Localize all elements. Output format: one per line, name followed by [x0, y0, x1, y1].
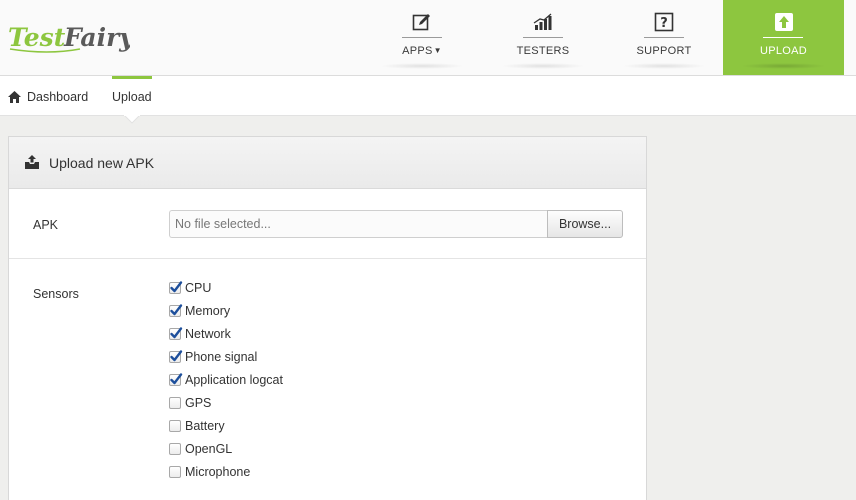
sensor-label: Phone signal [185, 350, 258, 364]
breadcrumb: Dashboard Upload [0, 76, 856, 116]
panel-title: Upload new APK [49, 155, 155, 171]
sensor-label: Memory [185, 304, 231, 318]
checkbox-unchecked[interactable] [169, 397, 181, 409]
checkbox-checked[interactable] [169, 350, 183, 363]
breadcrumb-upload-link[interactable]: Upload [112, 90, 152, 104]
breadcrumb-pointer-icon [124, 115, 140, 124]
checkbox-checked[interactable] [169, 373, 183, 386]
checkmark-icon [170, 373, 183, 385]
nav-item-testers[interactable]: TESTERS [483, 0, 603, 75]
checkbox-checked[interactable] [169, 327, 183, 340]
home-icon[interactable] [8, 91, 21, 103]
nav-shadow [501, 63, 585, 69]
upload-icon [774, 13, 793, 31]
nav-label-upload: UPLOAD [759, 45, 808, 57]
checkmark-icon [170, 304, 183, 316]
nav-underline [402, 37, 442, 38]
nav-shadow [741, 63, 826, 69]
testfairy-logo[interactable]: Test Fairy [8, 19, 135, 59]
sensors-label: Sensors [33, 287, 79, 301]
sensor-label: GPS [185, 396, 212, 410]
logo-graphic: Test Fairy [8, 23, 135, 53]
sensor-label: Network [185, 327, 231, 341]
edit-icon [412, 14, 430, 31]
apk-label: APK [33, 218, 59, 232]
nav-label-apps: APPS [402, 45, 433, 57]
question-icon: ? [654, 12, 674, 32]
nav-label-support: SUPPORT [636, 45, 692, 57]
sensor-label: OpenGL [185, 442, 233, 456]
checkmark-icon [170, 281, 183, 293]
nav-underline [523, 37, 563, 38]
nav-item-support[interactable]: ? SUPPORT [604, 0, 724, 75]
logo-text-part1: Test [8, 23, 66, 52]
breadcrumb-dashboard-link[interactable]: Dashboard [27, 90, 88, 104]
logo-text-part2: Fairy [63, 23, 130, 52]
checkbox-checked[interactable] [169, 281, 183, 294]
nav-item-apps[interactable]: APPS▼ [362, 0, 482, 75]
top-navigation-bar: Test Fairy APPS▼ TESTERS ? SUPPORT UPLOA… [0, 0, 856, 76]
checkmark-icon [170, 350, 183, 362]
browse-button[interactable]: Browse... [547, 210, 623, 238]
inbox-upload-icon [25, 155, 39, 169]
checkbox-unchecked[interactable] [169, 466, 181, 478]
nav-underline [763, 37, 803, 38]
checkbox-checked[interactable] [169, 304, 183, 317]
checkbox-unchecked[interactable] [169, 443, 181, 455]
svg-text:?: ? [660, 16, 668, 31]
breadcrumb-active-indicator [112, 76, 152, 79]
sensor-label: Battery [185, 419, 225, 433]
sensor-label: Application logcat [185, 373, 283, 387]
nav-label-testers: TESTERS [516, 45, 570, 57]
panel-header: Upload new APK [9, 137, 646, 189]
upload-apk-panel: Upload new APK APK No file selected... B… [8, 136, 647, 500]
dropdown-caret-icon: ▼ [433, 46, 442, 55]
nav-shadow [622, 63, 706, 69]
bar-chart-icon [533, 13, 552, 30]
checkbox-unchecked[interactable] [169, 420, 181, 432]
sensor-label: CPU [185, 281, 212, 295]
divider [9, 258, 646, 259]
nav-item-upload[interactable]: UPLOAD [723, 0, 844, 75]
sensor-label: Microphone [185, 465, 251, 479]
nav-shadow [380, 63, 464, 69]
checkmark-icon [170, 327, 183, 339]
nav-underline [644, 37, 684, 38]
apk-file-input[interactable]: No file selected... [169, 210, 548, 238]
